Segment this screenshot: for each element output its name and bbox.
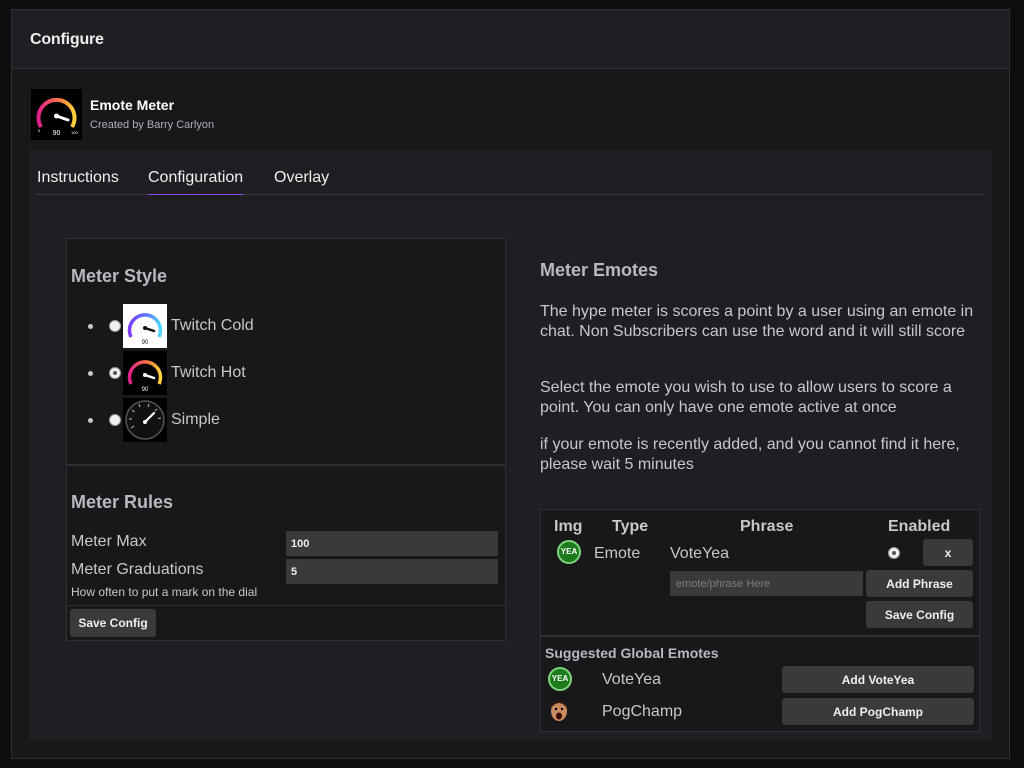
column-header-type: Type [612, 518, 649, 535]
suggested-emotes-title: Suggested Global Emotes [545, 645, 719, 661]
style-radio-twitch-hot[interactable] [109, 367, 121, 379]
extension-name: Emote Meter [90, 97, 175, 113]
meter-emotes-paragraph: The hype meter is scores a point by a us… [540, 303, 974, 340]
suggested-emote-name: PogChamp [602, 703, 683, 720]
column-header-enabled: Enabled [888, 518, 951, 535]
style-option-twitch-hot: 90 Twitch Hot [67, 351, 367, 395]
save-config-button[interactable]: Save Config [70, 609, 156, 637]
emote-table: Img Type Phrase Enabled YEA Emote VoteYe… [540, 509, 980, 636]
style-option-twitch-cold: 90 Twitch Cold [67, 304, 367, 348]
tab-configuration[interactable]: Configuration [148, 169, 244, 195]
meter-emotes-title: Meter Emotes [540, 260, 659, 280]
config-panel: Instructions Configuration Overlay Meter… [29, 150, 992, 741]
bullet-icon [88, 324, 93, 329]
svg-text:90: 90 [142, 340, 149, 346]
title-bar: Configure [12, 10, 1009, 69]
column-header-phrase: Phrase [740, 518, 794, 535]
extension-logo: 90 0 100 [31, 89, 82, 140]
gauge-cold-icon: 90 [123, 304, 167, 348]
svg-text:90: 90 [142, 387, 149, 393]
suggested-emotes-section: Suggested Global Emotes YEA VoteYea Add … [540, 636, 980, 732]
svg-text:90: 90 [53, 130, 61, 137]
save-config-section: Save Config [66, 605, 506, 641]
configure-window: Configure 90 0 100 Emote Meter Created b… [11, 9, 1010, 759]
bullet-icon [88, 418, 93, 423]
add-voteyea-button[interactable]: Add VoteYea [782, 666, 974, 693]
meter-rules-section: Meter Rules Meter Max Meter Graduations … [66, 465, 506, 606]
svg-text:100: 100 [71, 130, 78, 135]
tab-bar: Instructions Configuration Overlay [36, 150, 985, 195]
meter-max-input[interactable] [286, 531, 498, 556]
bullet-icon [88, 371, 93, 376]
gauge-simple-icon [123, 398, 167, 442]
meter-rules-title: Meter Rules [71, 492, 174, 512]
table-save-config-button[interactable]: Save Config [866, 601, 973, 628]
pogchamp-emote-icon [548, 699, 570, 723]
graduations-help-text: How often to put a mark on the dial [71, 585, 258, 599]
style-radio-simple[interactable] [109, 414, 121, 426]
style-label-twitch-cold: Twitch Cold [171, 317, 254, 334]
emote-enabled-radio[interactable] [888, 547, 900, 559]
style-radio-twitch-cold[interactable] [109, 320, 121, 332]
voteyea-emote-icon: YEA [557, 540, 581, 564]
style-option-simple: Simple [67, 398, 367, 442]
meter-graduations-input[interactable] [286, 559, 498, 584]
remove-emote-button[interactable]: x [923, 539, 973, 566]
style-label-simple: Simple [171, 411, 220, 428]
meter-emotes-paragraph: Select the emote you wish to use to allo… [540, 379, 952, 416]
column-header-img: Img [554, 518, 583, 535]
tab-instructions[interactable]: Instructions [37, 169, 119, 194]
add-phrase-button[interactable]: Add Phrase [866, 570, 973, 597]
meter-max-label: Meter Max [71, 533, 147, 550]
extension-author: Created by Barry Carlyon [90, 119, 215, 131]
window-title: Configure [30, 31, 104, 48]
meter-emotes-paragraph: if your emote is recently added, and you… [540, 436, 960, 473]
gauge-hot-icon: 90 [123, 351, 167, 395]
emote-type-cell: Emote [594, 545, 641, 562]
extension-header: 90 0 100 Emote Meter Created by Barry Ca… [31, 89, 431, 141]
suggested-emote-name: VoteYea [602, 671, 662, 688]
add-pogchamp-button[interactable]: Add PogChamp [782, 698, 974, 725]
voteyea-emote-icon: YEA [548, 667, 572, 691]
meter-style-section: Meter Style 90 Twitch Cold 90 Twitch Hot… [66, 238, 506, 465]
meter-style-title: Meter Style [71, 266, 168, 286]
svg-text:0: 0 [38, 128, 41, 133]
phrase-input[interactable] [670, 571, 863, 596]
style-label-twitch-hot: Twitch Hot [171, 364, 246, 381]
emote-phrase-cell: VoteYea [670, 545, 730, 562]
tab-overlay[interactable]: Overlay [274, 169, 329, 194]
meter-graduations-label: Meter Graduations [71, 561, 204, 578]
